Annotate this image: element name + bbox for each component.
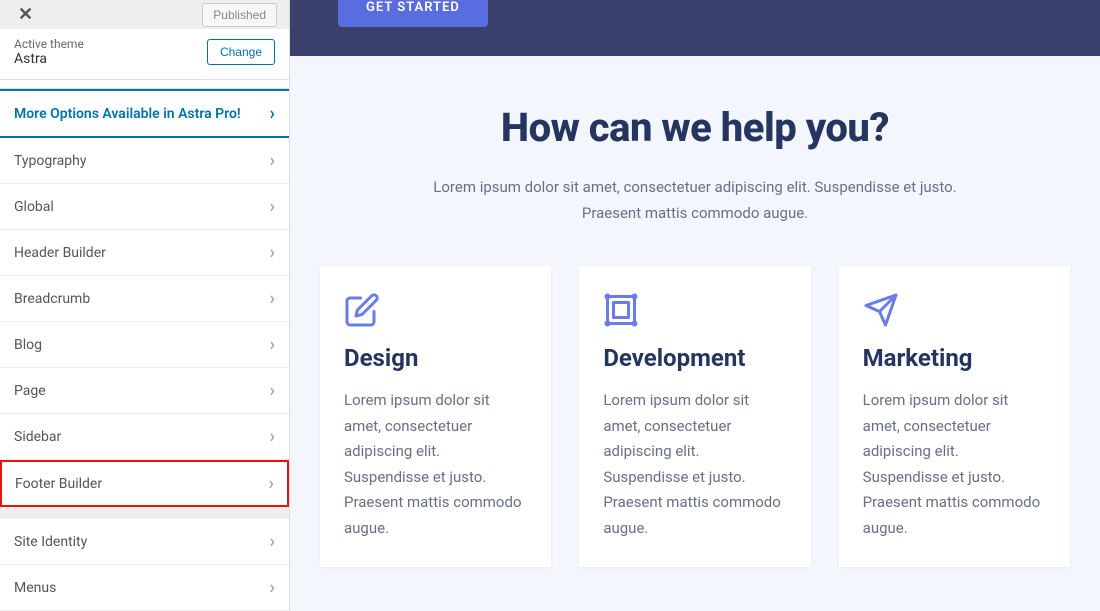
nav-item-label: Global — [14, 199, 54, 215]
nav-item-breadcrumb[interactable]: Breadcrumb › — [0, 276, 289, 322]
nav-item-label: Page — [14, 383, 46, 399]
card-title: Design — [344, 344, 527, 372]
change-theme-button[interactable]: Change — [207, 39, 275, 65]
chevron-right-icon: › — [270, 577, 275, 598]
top-bar: ✕ Published — [0, 0, 289, 29]
card-desc: Lorem ipsum dolor sit amet, consectetuer… — [344, 388, 527, 541]
nav-item-header-builder[interactable]: Header Builder › — [0, 230, 289, 276]
nav-item-label: Menus — [14, 580, 56, 596]
card-desc: Lorem ipsum dolor sit amet, consectetuer… — [863, 388, 1046, 541]
nav-item-menus[interactable]: Menus › — [0, 565, 289, 611]
nav-item-label: Blog — [14, 337, 42, 353]
nav-item-label: Sidebar — [14, 429, 61, 445]
card-development: Development Lorem ipsum dolor sit amet, … — [579, 266, 810, 567]
nav-item-sidebar[interactable]: Sidebar › — [0, 414, 289, 460]
feature-cards: Design Lorem ipsum dolor sit amet, conse… — [290, 266, 1100, 607]
nav-item-label: Typography — [14, 153, 86, 169]
pencil-icon — [344, 292, 380, 328]
paper-plane-icon — [863, 292, 899, 328]
card-design: Design Lorem ipsum dolor sit amet, conse… — [320, 266, 551, 567]
nav-item-footer-builder[interactable]: Footer Builder › — [0, 460, 289, 507]
nav-item-label: Footer Builder — [15, 476, 102, 492]
more-options-label: More Options Available in Astra Pro! — [14, 106, 241, 122]
frame-icon — [603, 292, 639, 328]
nav-item-label: Header Builder — [14, 245, 106, 261]
nav-item-site-identity[interactable]: Site Identity › — [0, 507, 289, 565]
chevron-right-icon: › — [270, 150, 275, 171]
active-theme-name: Astra — [14, 51, 84, 67]
nav-item-label: Site Identity — [14, 534, 87, 550]
nav-item-global[interactable]: Global › — [0, 184, 289, 230]
nav-item-blog[interactable]: Blog › — [0, 322, 289, 368]
card-marketing: Marketing Lorem ipsum dolor sit amet, co… — [839, 266, 1070, 567]
help-subtext: Lorem ipsum dolor sit amet, consectetuer… — [415, 175, 975, 226]
chevron-right-icon: › — [270, 196, 275, 217]
card-title: Development — [603, 344, 786, 372]
close-icon[interactable]: ✕ — [12, 0, 39, 29]
help-section: How can we help you? Lorem ipsum dolor s… — [290, 56, 1100, 266]
chevron-right-icon: › — [270, 334, 275, 355]
chevron-right-icon: › — [270, 380, 275, 401]
nav-item-label: Breadcrumb — [14, 291, 90, 307]
chevron-right-icon: › — [269, 473, 274, 494]
preview-pane: GET STARTED How can we help you? Lorem i… — [290, 0, 1100, 611]
active-theme-label: Active theme — [14, 37, 84, 51]
spacer — [0, 80, 289, 89]
chevron-right-icon: › — [270, 531, 275, 552]
published-button[interactable]: Published — [202, 3, 277, 27]
nav-item-typography[interactable]: Typography › — [0, 138, 289, 184]
chevron-right-icon: › — [270, 426, 275, 447]
nav-item-page[interactable]: Page › — [0, 368, 289, 414]
chevron-right-icon: › — [270, 242, 275, 263]
help-heading: How can we help you? — [360, 104, 1030, 151]
chevron-right-icon: › — [270, 103, 275, 124]
active-theme-block: Active theme Astra Change — [0, 29, 289, 80]
card-title: Marketing — [863, 344, 1046, 372]
chevron-right-icon: › — [270, 288, 275, 309]
customizer-sidebar: ✕ Published Active theme Astra Change Mo… — [0, 0, 290, 611]
more-options-link[interactable]: More Options Available in Astra Pro! › — [0, 89, 289, 138]
get-started-button[interactable]: GET STARTED — [338, 0, 488, 27]
hero-band: GET STARTED — [290, 0, 1100, 56]
card-desc: Lorem ipsum dolor sit amet, consectetuer… — [603, 388, 786, 541]
